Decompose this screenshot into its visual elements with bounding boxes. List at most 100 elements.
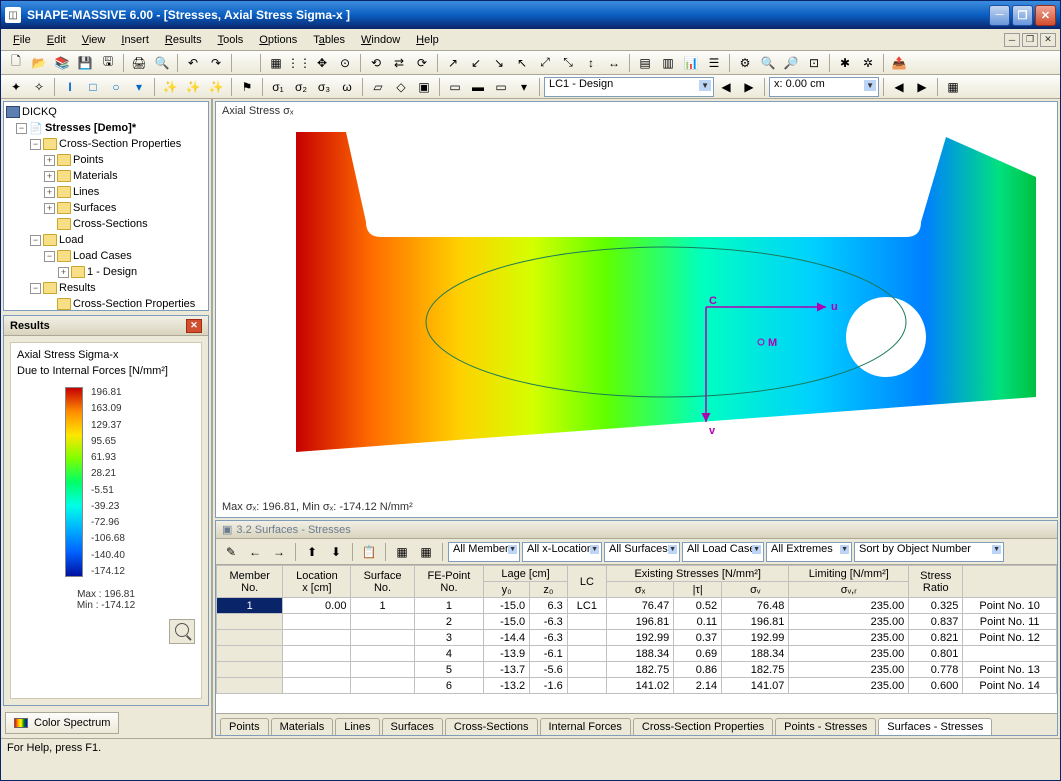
close-button[interactable]: ✕ xyxy=(1035,5,1056,26)
nav-next-icon[interactable]: ▶ xyxy=(911,77,933,97)
dim4-icon[interactable]: ↖ xyxy=(511,53,533,73)
tp-fwd-icon[interactable]: → xyxy=(268,542,290,562)
gear-icon[interactable]: ⚙ xyxy=(734,53,756,73)
table-row[interactable]: 2-15.0-6.3196.810.11196.81235.000.837Poi… xyxy=(217,614,1057,630)
saveall-icon[interactable]: 🖫 xyxy=(97,53,119,73)
tab-lines[interactable]: Lines xyxy=(335,718,379,735)
tab-cross-section-properties[interactable]: Cross-Section Properties xyxy=(633,718,773,735)
table-row[interactable]: 3-14.4-6.3192.990.37192.99235.000.821Poi… xyxy=(217,630,1057,646)
tool-b-icon[interactable]: ⇄ xyxy=(388,53,410,73)
magnify-button[interactable] xyxy=(169,619,195,644)
save-icon[interactable]: 💾 xyxy=(74,53,96,73)
snap-icon[interactable]: ⊙ xyxy=(334,53,356,73)
tree-cs[interactable]: Cross-Sections xyxy=(73,218,148,230)
tree-loadcases[interactable]: Load Cases xyxy=(73,250,132,262)
undo-icon[interactable]: ↶ xyxy=(182,53,204,73)
grid-icon[interactable]: ▦ xyxy=(265,53,287,73)
menu-results[interactable]: Results xyxy=(157,32,210,48)
books-icon[interactable]: 📚 xyxy=(51,53,73,73)
color-spectrum-button[interactable]: Color Spectrum xyxy=(5,712,119,734)
filter-loadcases[interactable]: All Load Cases xyxy=(682,542,764,562)
star2-icon[interactable]: ✲ xyxy=(857,53,879,73)
graphics-viewport[interactable]: Axial Stress σₓ xyxy=(215,101,1058,518)
export-icon[interactable]: 📤 xyxy=(888,53,910,73)
tab-cross-sections[interactable]: Cross-Sections xyxy=(445,718,538,735)
loadcase-combo[interactable]: LC1 - Design xyxy=(544,77,714,97)
table-row[interactable]: 5-13.7-5.6182.750.86182.75235.000.778Poi… xyxy=(217,662,1057,678)
menu-insert[interactable]: Insert xyxy=(113,32,157,48)
doc-close-button[interactable]: ✕ xyxy=(1040,33,1056,47)
view4-icon[interactable]: ▾ xyxy=(513,77,535,97)
tab-internal-forces[interactable]: Internal Forces xyxy=(540,718,631,735)
new-icon[interactable]: 🗋 xyxy=(5,53,27,73)
flag-icon[interactable]: ⚑ xyxy=(236,77,258,97)
shape-i-icon[interactable]: I xyxy=(59,77,81,97)
tree-design1[interactable]: 1 - Design xyxy=(87,266,137,278)
omega-icon[interactable]: ω xyxy=(336,77,358,97)
menu-tables[interactable]: Tables xyxy=(305,32,353,48)
filter-members[interactable]: All Members xyxy=(448,542,520,562)
lc-next-icon[interactable]: ▶ xyxy=(738,77,760,97)
tree-lines[interactable]: Lines xyxy=(73,186,99,198)
dim8-icon[interactable]: ↔ xyxy=(603,53,625,73)
sel1-icon[interactable]: ▱ xyxy=(367,77,389,97)
print-icon[interactable]: 🖨 xyxy=(128,53,150,73)
redo-icon[interactable]: ↷ xyxy=(205,53,227,73)
minimize-button[interactable]: ─ xyxy=(989,5,1010,26)
menu-window[interactable]: Window xyxy=(353,32,408,48)
sparkle3-icon[interactable]: ✨ xyxy=(205,77,227,97)
tp-xls2-icon[interactable]: ▦ xyxy=(415,542,437,562)
dim2-icon[interactable]: ↙ xyxy=(465,53,487,73)
sigma1-icon[interactable]: σ₁ xyxy=(267,77,289,97)
sparkle1-icon[interactable]: ✨ xyxy=(159,77,181,97)
doc-restore-button[interactable]: ❐ xyxy=(1022,33,1038,47)
tree-points[interactable]: Points xyxy=(73,154,104,166)
results-table[interactable]: MemberNo. Locationx [cm] SurfaceNo. FE-P… xyxy=(216,565,1057,694)
sel2-icon[interactable]: ◇ xyxy=(390,77,412,97)
coord-combo[interactable]: x: 0.00 cm xyxy=(769,77,879,97)
tree-materials[interactable]: Materials xyxy=(73,170,118,182)
dim6-icon[interactable]: ⤡ xyxy=(557,53,579,73)
zoomfit-icon[interactable]: ⊡ xyxy=(803,53,825,73)
table-row[interactable]: 6-13.2-1.6141.022.14141.07235.000.600Poi… xyxy=(217,678,1057,694)
nav-prev-icon[interactable]: ◀ xyxy=(888,77,910,97)
tp-xls-icon[interactable]: ▦ xyxy=(391,542,413,562)
tree-project[interactable]: Stresses [Demo]* xyxy=(45,122,136,134)
nav-tree[interactable]: DICKQ −📄Stresses [Demo]* −Cross-Section … xyxy=(3,101,209,311)
tp-copy-icon[interactable]: 📋 xyxy=(358,542,380,562)
tab-materials[interactable]: Materials xyxy=(271,718,334,735)
results-panel-close[interactable]: ✕ xyxy=(186,319,202,333)
view1-icon[interactable]: ▭ xyxy=(444,77,466,97)
zoom-icon[interactable]: 🔍 xyxy=(757,53,779,73)
menu-options[interactable]: Options xyxy=(251,32,305,48)
tool-a-icon[interactable]: ⟲ xyxy=(365,53,387,73)
tp-edit-icon[interactable]: ✎ xyxy=(220,542,242,562)
tab-points-stresses[interactable]: Points - Stresses xyxy=(775,718,876,735)
dim3-icon[interactable]: ↘ xyxy=(488,53,510,73)
sigma3-icon[interactable]: σ₃ xyxy=(313,77,335,97)
tree-csp[interactable]: Cross-Section Properties xyxy=(59,138,181,150)
move-icon[interactable]: ✥ xyxy=(311,53,333,73)
tp-down-icon[interactable]: ⬇ xyxy=(325,542,347,562)
sel3-icon[interactable]: ▣ xyxy=(413,77,435,97)
layers-icon[interactable]: ☰ xyxy=(703,53,725,73)
tab-surfaces[interactable]: Surfaces xyxy=(382,718,443,735)
menu-tools[interactable]: Tools xyxy=(210,32,252,48)
zoomout-icon[interactable]: 🔎 xyxy=(780,53,802,73)
filter-surfaces[interactable]: All Surfaces xyxy=(604,542,680,562)
star1-icon[interactable]: ✱ xyxy=(834,53,856,73)
pt2-icon[interactable]: ✧ xyxy=(28,77,50,97)
dim7-icon[interactable]: ↕ xyxy=(580,53,602,73)
tree-results[interactable]: Results xyxy=(59,282,96,294)
dim5-icon[interactable]: ⤢ xyxy=(534,53,556,73)
tp-up-icon[interactable]: ⬆ xyxy=(301,542,323,562)
tree-load[interactable]: Load xyxy=(59,234,83,246)
doc-minimize-button[interactable]: ─ xyxy=(1004,33,1020,47)
preview-icon[interactable]: 🔍 xyxy=(151,53,173,73)
table-row[interactable]: 10.0011-15.06.3LC176.470.5276.48235.000.… xyxy=(217,598,1057,614)
dim1-icon[interactable]: ↗ xyxy=(442,53,464,73)
menu-help[interactable]: Help xyxy=(408,32,447,48)
tree-root[interactable]: DICKQ xyxy=(22,106,57,118)
panel-icon[interactable]: ▦ xyxy=(942,77,964,97)
table-row[interactable]: 4-13.9-6.1188.340.69188.34235.000.801 xyxy=(217,646,1057,662)
